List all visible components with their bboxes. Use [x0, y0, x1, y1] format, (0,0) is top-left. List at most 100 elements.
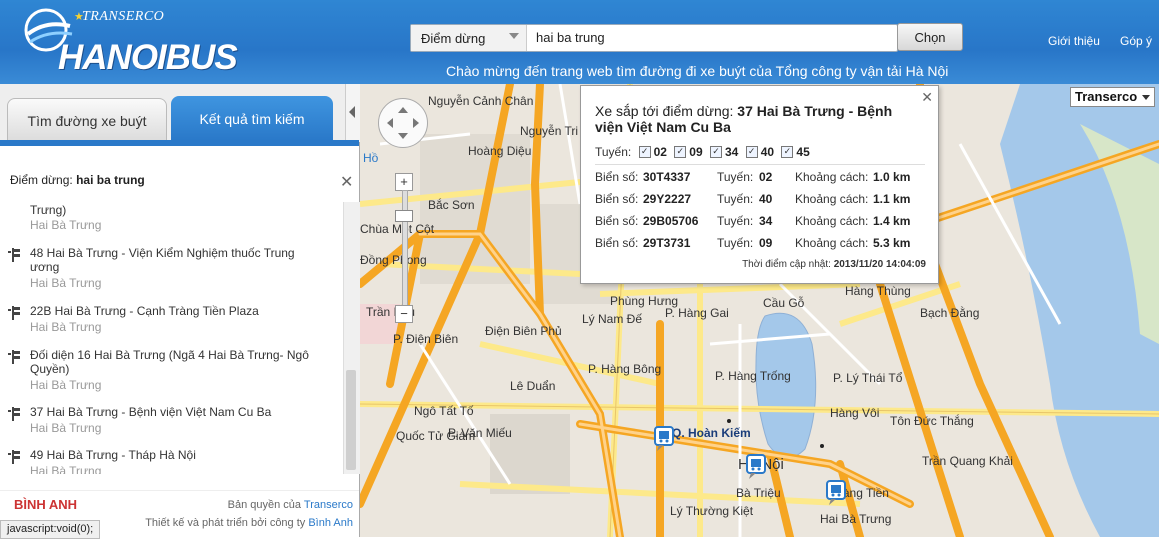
bus-stop-icon — [8, 450, 20, 464]
list-item[interactable]: 37 Hai Bà Trưng - Bệnh viện Việt Nam Cu … — [0, 405, 343, 439]
map-label: Nguyễn Cảnh Chân — [428, 94, 534, 108]
tab-results-label: Kết quả tìm kiếm — [199, 111, 305, 127]
tab-route-search[interactable]: Tìm đường xe buýt — [7, 98, 167, 141]
zoom-in-button[interactable]: + — [395, 173, 413, 191]
route-number: 34 — [725, 145, 739, 159]
map-label: Lý Thường Kiệt — [670, 504, 754, 518]
map-label: Ngô Tất Tố — [414, 404, 474, 418]
route-checkbox[interactable]: ✓ — [674, 145, 687, 158]
map-label: P. Văn Miếu — [448, 426, 512, 440]
zoom-slider-track[interactable] — [402, 190, 408, 307]
choose-button[interactable]: Chọn — [897, 23, 963, 51]
plate-label: Biển số: — [595, 170, 639, 184]
result-name: 22B Hai Bà Trưng - Cạnh Tràng Tiền Plaza — [30, 304, 259, 318]
result-sub: Hai Bà Trưng — [30, 378, 102, 392]
zoom-out-button[interactable]: − — [395, 305, 413, 323]
map-layer-select[interactable]: Transerco — [1070, 87, 1155, 107]
distance-label: Khoảng cách: — [795, 214, 869, 228]
route-value: 09 — [759, 236, 773, 250]
map-label: P. Hàng Trống — [715, 369, 791, 383]
left-panel: Tìm đường xe buýt Kết quả tìm kiếm Điểm … — [0, 84, 360, 538]
result-name: Đối diện 16 Hai Bà Trưng (Ngã 4 Hai Bà T… — [30, 348, 309, 376]
tab-underline — [0, 140, 359, 146]
pan-arrows-icon — [387, 107, 419, 139]
info-title: Xe sắp tới điểm dừng: 37 Hai Bà Trưng - … — [595, 103, 915, 135]
plate-label: Biển số: — [595, 236, 639, 250]
divider — [595, 164, 925, 165]
scrollbar-thumb[interactable] — [346, 370, 356, 470]
map-label: P. Hàng Gai — [665, 306, 729, 320]
list-item[interactable]: 48 Hai Bà Trưng - Viện Kiểm Nghiệm thuốc… — [0, 246, 343, 296]
update-time: Thời điểm cập nhật: 2013/11/20 14:04:09 — [742, 259, 926, 270]
map-label: Chùa Một Cột — [360, 222, 435, 236]
map-label: Hồ — [363, 151, 379, 165]
route-label: Tuyến: — [717, 214, 754, 228]
plate-value: 30T4337 — [643, 170, 691, 184]
search-input[interactable] — [528, 26, 904, 48]
bus-marker-icon[interactable] — [746, 454, 766, 480]
search-type-select[interactable]: Điểm dừng — [411, 25, 527, 51]
map-label: Cầu Gỗ — [763, 296, 805, 310]
hanoibus-logo[interactable]: ★ TRANSERCO HANOIBUS — [18, 6, 263, 77]
map[interactable]: Nguyễn Cảnh Chân Hồ Bắc Sơn Chùa Một Cột… — [360, 84, 1159, 537]
result-sub: Hai Bà Trưng — [30, 218, 102, 232]
nav-feedback-link[interactable]: Góp ý — [1120, 34, 1152, 48]
tab-search-results[interactable]: Kết quả tìm kiếm — [171, 96, 333, 140]
distance-value: 1.4 km — [873, 214, 911, 228]
collapse-panel-button[interactable] — [345, 84, 360, 142]
poi-dot — [820, 444, 824, 448]
plate-value: 29B05706 — [643, 214, 699, 228]
result-sub: Hai Bà Trưng — [30, 464, 102, 474]
plate-value: 29T3731 — [643, 236, 691, 250]
route-label: Tuyến: — [717, 170, 754, 184]
close-icon[interactable]: ✕ — [921, 89, 933, 106]
pan-control[interactable] — [378, 98, 428, 148]
route-checkbox[interactable]: ✓ — [781, 145, 794, 158]
tab-route-label: Tìm đường xe buýt — [27, 113, 147, 129]
route-filter: Tuyến: ✓ 02 ✓ 09 ✓ 34 ✓ 40 ✓ 45 — [595, 145, 810, 159]
list-item[interactable]: Đối diện 16 Hai Bà Trưng (Ngã 4 Hai Bà T… — [0, 348, 343, 398]
nav-intro-link[interactable]: Giới thiệu — [1048, 34, 1100, 48]
map-label: Bạch Đằng — [920, 306, 980, 320]
plate-value: 29Y2227 — [643, 192, 692, 206]
zoom-slider-handle[interactable] — [395, 210, 413, 222]
clear-query-icon[interactable]: ✕ — [340, 172, 353, 192]
transerco-link[interactable]: Transerco — [304, 499, 353, 511]
results-scrollbar[interactable] — [343, 202, 360, 474]
plate-label: Biển số: — [595, 214, 639, 228]
map-label: P. Điện Biên — [393, 332, 459, 346]
results-list: Trưng) Hai Bà Trưng 48 Hai Bà Trưng - Vi… — [0, 202, 343, 474]
route-value: 02 — [759, 170, 773, 184]
welcome-text: Chào mừng đến trang web tìm đường đi xe … — [446, 63, 949, 79]
distance-label: Khoảng cách: — [795, 170, 869, 184]
list-item[interactable]: 49 Hai Bà Trưng - Tháp Hà Nội Hai Bà Trư… — [0, 448, 343, 474]
map-label: Bà Triệu — [736, 486, 781, 500]
route-value: 34 — [759, 214, 773, 228]
bus-info-window: ✕ Xe sắp tới điểm dừng: 37 Hai Bà Trưng … — [580, 85, 939, 284]
chevron-down-icon — [1142, 95, 1150, 100]
tab-strip: Tìm đường xe buýt Kết quả tìm kiếm — [0, 84, 360, 142]
bus-stop-icon — [8, 407, 20, 421]
bus-marker-icon[interactable] — [826, 480, 846, 506]
map-label: Bắc Sơn — [428, 198, 475, 212]
route-checkbox[interactable]: ✓ — [710, 145, 722, 158]
list-item[interactable]: Trưng) Hai Bà Trưng — [0, 203, 343, 235]
distance-label: Khoảng cách: — [795, 236, 869, 250]
map-layer-label: Transerco — [1075, 89, 1138, 104]
map-label: Hai Bà Trưng — [820, 512, 892, 526]
credit-text: Thiết kế và phát triển bởi công ty Bình … — [145, 517, 353, 529]
chevron-left-icon — [349, 106, 355, 118]
bus-marker-icon[interactable] — [654, 426, 674, 452]
binh-anh-link[interactable]: Bình Anh — [308, 517, 353, 529]
route-checkbox[interactable]: ✓ — [745, 145, 758, 158]
route-checkbox[interactable]: ✓ — [638, 145, 651, 158]
map-label: Phùng Hưng — [610, 294, 679, 308]
route-number: 45 — [796, 145, 810, 159]
list-item[interactable]: 22B Hai Bà Trưng - Cạnh Tràng Tiền Plaza… — [0, 304, 343, 338]
bus-stop-icon — [8, 306, 20, 320]
result-name: 49 Hai Bà Trưng - Tháp Hà Nội — [30, 448, 196, 462]
binh-anh-logo[interactable]: BÌNH ANH — [14, 497, 77, 512]
map-label: Lê Duẩn — [510, 379, 556, 393]
map-label: Lý Nam Đế — [582, 312, 643, 326]
credit-prefix: Thiết kế và phát triển bởi công ty — [145, 517, 306, 529]
